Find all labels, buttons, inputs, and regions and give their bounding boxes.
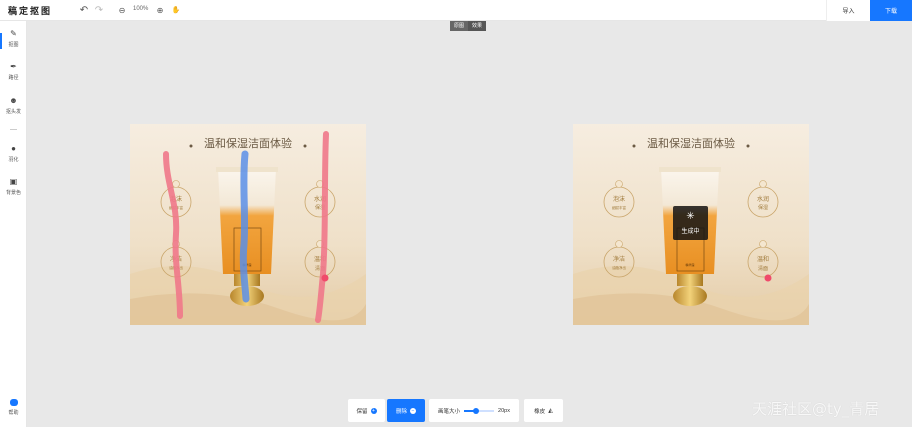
sidebar-item-cutout[interactable]: ✎ 抠图 bbox=[0, 29, 27, 55]
app-title: 稿定抠图 bbox=[8, 6, 53, 16]
remove-stroke bbox=[239, 150, 250, 303]
help-label: 帮助 bbox=[8, 410, 19, 416]
hand-icon[interactable]: ✋ bbox=[170, 4, 182, 16]
slider-handle[interactable] bbox=[473, 407, 480, 414]
brush-size-control: 画笔大小 20px bbox=[429, 399, 519, 422]
keep-button[interactable]: 保留 + bbox=[348, 399, 385, 422]
sidebar-item-label: 抠图 bbox=[8, 42, 19, 48]
eraser-button[interactable]: 橡皮 ◭ bbox=[524, 399, 563, 422]
pen-icon: ✒ bbox=[10, 62, 17, 71]
brush-size-slider[interactable] bbox=[464, 407, 495, 414]
watermark: 天涯社区@ty_青居 bbox=[752, 400, 880, 418]
svg-text:水润: 水润 bbox=[757, 195, 769, 203]
import-button[interactable]: 导入 bbox=[826, 0, 870, 21]
download-button[interactable]: 下载 bbox=[870, 0, 912, 21]
top-bar: 稿定抠图 ↶ ↷ ⊖ 100% ⊕ ✋ 导入 下载 bbox=[0, 0, 912, 21]
svg-text:油脂净出: 油脂净出 bbox=[612, 265, 626, 270]
spinner-icon: ✳ bbox=[686, 211, 695, 222]
sidebar-item-background[interactable]: ▣ 背景色 bbox=[0, 177, 27, 203]
compare-toggle: 原图 效果 bbox=[450, 21, 487, 31]
sidebar-item-label: 路径 bbox=[8, 75, 19, 81]
keep-label: 保留 bbox=[356, 408, 368, 415]
minus-icon: − bbox=[410, 407, 416, 414]
zoom-level: 100% bbox=[133, 6, 149, 12]
sidebar: ✎ 抠图 ✒ 路径 ☻ 抠头发 ● 羽化 ▣ 背景色 bbox=[0, 21, 27, 427]
undo-icon[interactable]: ↶ bbox=[78, 4, 90, 16]
sidebar-divider bbox=[10, 129, 17, 130]
tab-original[interactable]: 原图 bbox=[450, 21, 469, 31]
plus-icon: + bbox=[370, 407, 377, 414]
brush-size-label: 画笔大小 bbox=[438, 408, 461, 415]
sidebar-item-label: 羽化 bbox=[8, 157, 19, 163]
svg-text:温和: 温和 bbox=[757, 255, 769, 263]
feather-icon: ● bbox=[11, 144, 16, 153]
brush-size-value: 20px bbox=[498, 407, 510, 414]
brush-icon: ✎ bbox=[10, 29, 17, 38]
chat-icon bbox=[9, 399, 18, 406]
eraser-label: 橡皮 bbox=[534, 408, 546, 415]
tab-result[interactable]: 效果 bbox=[468, 21, 487, 31]
loading-text: 生成中 bbox=[681, 229, 700, 235]
background-icon: ▣ bbox=[9, 177, 18, 186]
zoom-out-icon[interactable]: ⊖ bbox=[116, 4, 128, 16]
eraser-icon: ◭ bbox=[548, 408, 553, 414]
loading-overlay: ✳ 生成中 bbox=[673, 206, 708, 240]
sidebar-item-label: 抠头发 bbox=[5, 109, 21, 115]
remove-label: 删除 bbox=[395, 408, 407, 415]
remove-button[interactable]: 删除 − bbox=[387, 399, 425, 422]
sidebar-item-hair[interactable]: ☻ 抠头发 bbox=[0, 96, 27, 122]
help-button[interactable]: 帮助 bbox=[0, 399, 27, 423]
poster-title: 温和保湿洁面体验 bbox=[204, 136, 292, 150]
svg-text:细腻丰富: 细腻丰富 bbox=[612, 205, 626, 210]
redo-icon[interactable]: ↷ bbox=[93, 4, 105, 16]
svg-text:净洁: 净洁 bbox=[613, 255, 625, 263]
zoom-in-icon[interactable]: ⊕ bbox=[154, 4, 166, 16]
sidebar-item-label: 背景色 bbox=[5, 190, 21, 196]
sidebar-item-feather[interactable]: ● 羽化 bbox=[0, 144, 27, 170]
svg-text:泡沫: 泡沫 bbox=[613, 195, 625, 203]
sidebar-item-path[interactable]: ✒ 路径 bbox=[0, 62, 27, 88]
svg-text:精华露: 精华露 bbox=[685, 262, 694, 267]
hair-icon: ☻ bbox=[9, 96, 18, 105]
svg-text:清面: 清面 bbox=[758, 265, 768, 272]
svg-text:保湿: 保湿 bbox=[758, 204, 768, 211]
poster-title: 温和保湿洁面体验 bbox=[647, 136, 735, 150]
original-canvas[interactable]: 温和保湿洁面体验 泡沫 细腻丰富 净洁 油脂净出 水润 保湿 温和 清面 精华露 bbox=[130, 124, 366, 325]
